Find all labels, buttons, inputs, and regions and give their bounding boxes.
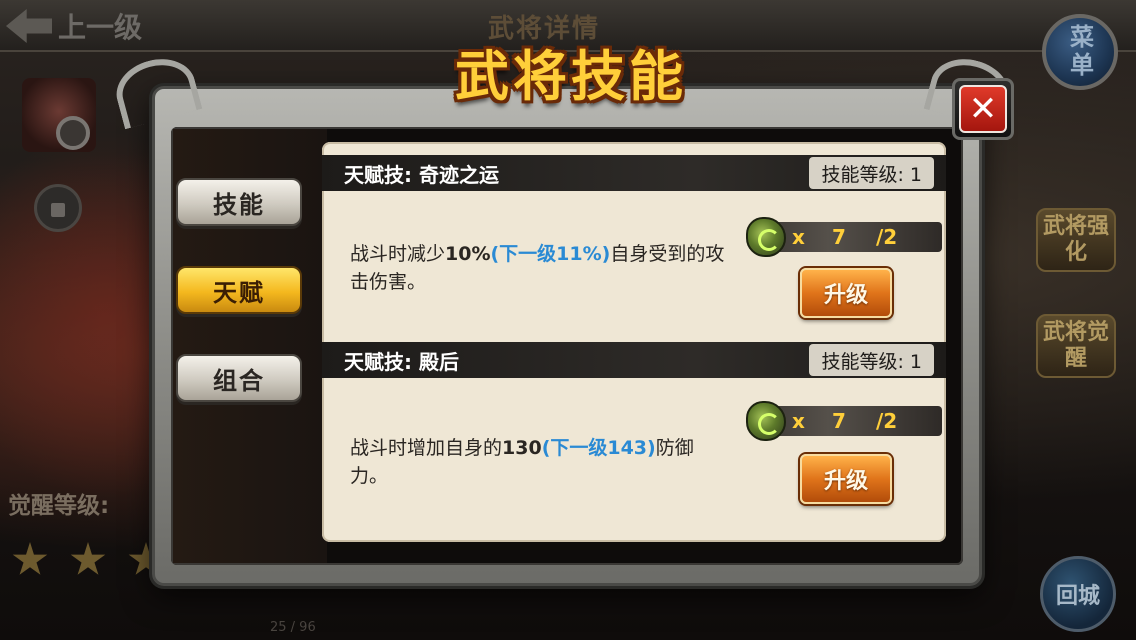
skill-description: 战斗时减少10%(下一级11%)自身受到的攻击伤害。 [350, 240, 730, 296]
material-required: /2 [876, 225, 898, 249]
skill-name: 天赋技: 奇迹之运 [344, 162, 499, 187]
return-city-button[interactable]: 回城 [1040, 556, 1116, 632]
tab-talent[interactable]: 天赋 [176, 266, 302, 314]
skill-header: 天赋技: 奇迹之运 技能等级: 1 [322, 155, 946, 191]
menu-button[interactable]: 菜单 [1042, 14, 1118, 90]
skill-level-badge: 技能等级: 1 [809, 344, 934, 376]
back-button[interactable]: 上一级 [6, 6, 166, 46]
material-required: /2 [876, 409, 898, 433]
desc-text: 战斗时减少 [350, 243, 446, 265]
star-icon [12, 542, 48, 575]
skill-description: 战斗时增加自身的130(下一级143)防御力。 [350, 434, 730, 490]
tab-skill[interactable]: 技能 [176, 178, 302, 226]
page-counter: 25 / 96 [270, 620, 316, 635]
material-counter: x 7 /2 [746, 217, 942, 257]
material-multiplier: x [792, 225, 805, 249]
lock-icon[interactable] [34, 184, 82, 232]
skill-header: 天赋技: 殿后 技能等级: 1 [322, 342, 946, 378]
material-multiplier: x [792, 409, 805, 433]
upgrade-button[interactable]: 升级 [800, 268, 892, 318]
hero-awaken-button[interactable]: 武将觉醒 [1036, 314, 1116, 378]
star-icon [70, 542, 106, 575]
skill-name: 天赋技: 殿后 [344, 349, 459, 374]
magnifier-icon[interactable] [56, 116, 90, 150]
desc-value: 10% [445, 243, 491, 265]
desc-text: 战斗时增加自身的 [350, 437, 503, 459]
close-icon: ✕ [959, 85, 1007, 133]
dialog-title-banner: 武将技能 [426, 28, 716, 114]
material-owned: 7 [832, 409, 846, 433]
green-stone-icon [746, 217, 786, 257]
star-rating [12, 542, 164, 578]
close-button[interactable]: ✕ [952, 78, 1014, 140]
green-stone-icon [746, 401, 786, 441]
back-label: 上一级 [58, 11, 143, 44]
tab-combo[interactable]: 组合 [176, 354, 302, 402]
upgrade-button[interactable]: 升级 [800, 454, 892, 504]
material-owned: 7 [832, 225, 846, 249]
desc-next-level: (下一级11%) [490, 243, 611, 265]
material-counter: x 7 /2 [746, 401, 942, 441]
back-arrow-icon [6, 9, 52, 43]
desc-value: 130 [502, 437, 542, 459]
desc-next-level: (下一级143) [541, 437, 656, 459]
awaken-level-label: 觉醒等级: [8, 493, 110, 519]
dialog-title: 武将技能 [455, 44, 687, 108]
hero-enhance-button[interactable]: 武将强化 [1036, 208, 1116, 272]
skill-level-badge: 技能等级: 1 [809, 157, 934, 189]
